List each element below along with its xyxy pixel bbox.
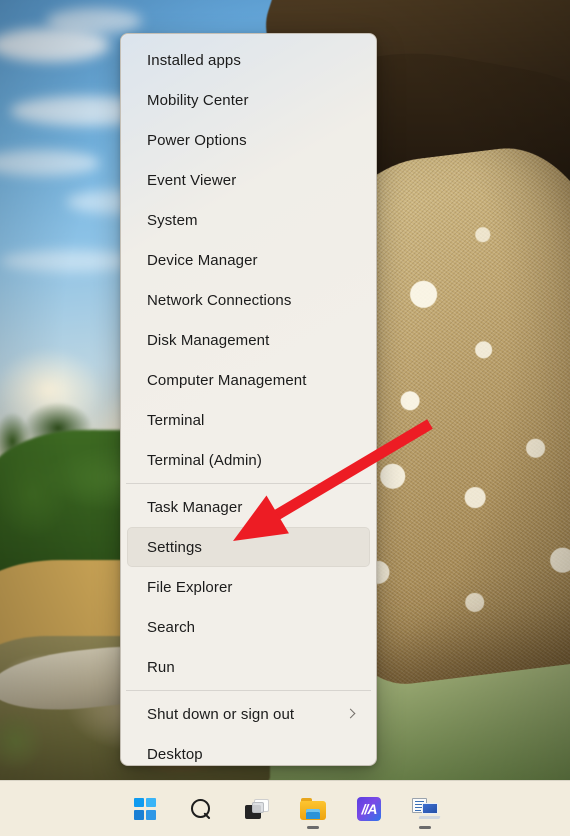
menu-item-label: Search: [147, 618, 196, 636]
menu-item-label: Disk Management: [147, 331, 270, 349]
menu-item-label: Installed apps: [147, 51, 241, 69]
menu-separator: [126, 690, 371, 691]
menu-item-label: Terminal (Admin): [147, 451, 262, 469]
menu-item-run[interactable]: Run: [127, 647, 370, 687]
menu-item-installed-apps[interactable]: Installed apps: [127, 40, 370, 80]
menu-separator: [126, 483, 371, 484]
purple-a-app-icon: //A: [357, 796, 381, 821]
menu-item-desktop[interactable]: Desktop: [127, 734, 370, 765]
menu-item-label: Settings: [147, 538, 202, 556]
menu-item-shut-down-or-sign-out[interactable]: Shut down or sign out: [127, 694, 370, 734]
remote-desktop-button[interactable]: [403, 787, 447, 831]
menu-item-settings[interactable]: Settings: [127, 527, 370, 567]
menu-item-power-options[interactable]: Power Options: [127, 120, 370, 160]
wallpaper-cloud: [46, 8, 142, 34]
task-view-button[interactable]: [235, 787, 279, 831]
menu-item-terminal[interactable]: Terminal: [127, 400, 370, 440]
menu-item-label: File Explorer: [147, 578, 233, 596]
menu-item-computer-management[interactable]: Computer Management: [127, 360, 370, 400]
start-button[interactable]: [123, 787, 167, 831]
menu-item-mobility-center[interactable]: Mobility Center: [127, 80, 370, 120]
menu-item-label: Computer Management: [147, 371, 307, 389]
menu-item-disk-management[interactable]: Disk Management: [127, 320, 370, 360]
menu-item-label: Run: [147, 658, 175, 676]
menu-item-label: Task Manager: [147, 498, 243, 516]
menu-item-task-manager[interactable]: Task Manager: [127, 487, 370, 527]
menu-item-label: Desktop: [147, 745, 203, 763]
menu-item-network-connections[interactable]: Network Connections: [127, 280, 370, 320]
menu-item-label: Power Options: [147, 131, 247, 149]
menu-item-label: Network Connections: [147, 291, 292, 309]
menu-list: Installed apps Mobility Center Power Optio…: [125, 40, 372, 765]
app-button[interactable]: //A: [347, 787, 391, 831]
search-icon: [190, 798, 212, 820]
menu-item-device-manager[interactable]: Device Manager: [127, 240, 370, 280]
menu-item-terminal-admin[interactable]: Terminal (Admin): [127, 440, 370, 480]
menu-item-label: System: [147, 211, 198, 229]
menu-item-label: Mobility Center: [147, 91, 249, 109]
task-view-icon: [245, 798, 269, 819]
file-explorer-button[interactable]: [291, 787, 335, 831]
running-indicator: [419, 825, 431, 829]
menu-item-label: Shut down or sign out: [147, 705, 295, 723]
file-explorer-icon: [300, 797, 326, 820]
taskbar[interactable]: //A: [0, 780, 570, 836]
menu-item-event-viewer[interactable]: Event Viewer: [127, 160, 370, 200]
menu-item-file-explorer[interactable]: File Explorer: [127, 567, 370, 607]
menu-item-system[interactable]: System: [127, 200, 370, 240]
winx-quick-link-menu[interactable]: Installed apps Mobility Center Power Optio…: [120, 33, 377, 766]
menu-item-label: Device Manager: [147, 251, 258, 269]
running-indicator: [307, 825, 319, 829]
search-button[interactable]: [179, 787, 223, 831]
wallpaper-cloud: [0, 250, 140, 272]
remote-desktop-icon: [412, 797, 441, 820]
windows-logo-icon: [134, 797, 156, 820]
menu-item-label: Terminal: [147, 411, 205, 429]
menu-item-search[interactable]: Search: [127, 607, 370, 647]
chevron-right-icon: [344, 707, 358, 721]
menu-item-label: Event Viewer: [147, 171, 237, 189]
